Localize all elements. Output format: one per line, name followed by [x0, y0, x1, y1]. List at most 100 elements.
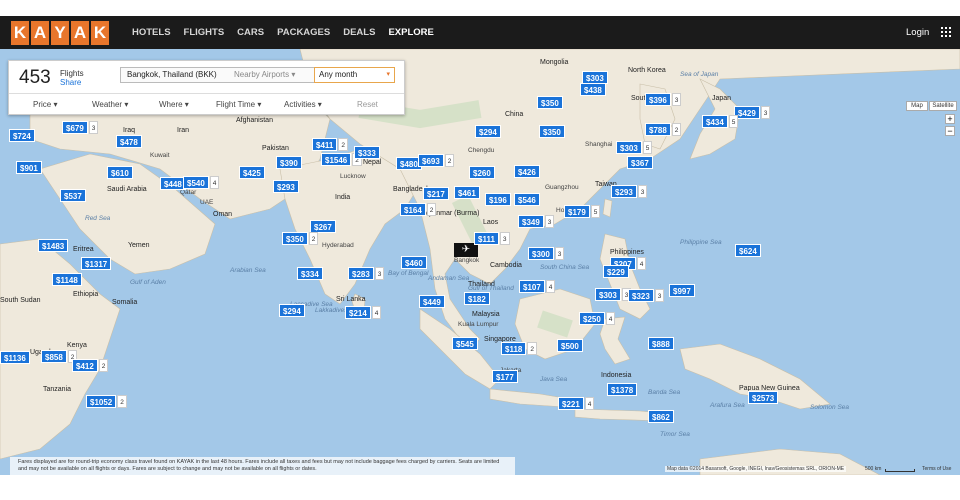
- price-pin[interactable]: $350: [537, 96, 563, 109]
- price-pin[interactable]: $624: [735, 244, 761, 257]
- zoom-in-button[interactable]: +: [945, 114, 955, 124]
- zoom-out-button[interactable]: −: [945, 126, 955, 136]
- price-pin[interactable]: $111 3: [474, 232, 510, 245]
- share-link[interactable]: Share: [60, 78, 81, 87]
- price-pin[interactable]: $2573: [748, 391, 779, 404]
- price-pin[interactable]: $1136: [0, 351, 30, 364]
- terms-of-use-link[interactable]: Terms of Use: [922, 466, 951, 472]
- price-pin[interactable]: $500: [557, 339, 583, 352]
- price-pin[interactable]: $788 2: [645, 123, 682, 136]
- price-pin[interactable]: $350 2: [282, 232, 319, 245]
- price-pin[interactable]: $460: [401, 256, 427, 269]
- price-pin[interactable]: $367: [627, 156, 653, 169]
- price-pin[interactable]: $461: [454, 186, 480, 199]
- map-type-map-button[interactable]: Map: [906, 101, 928, 111]
- price-pin[interactable]: $250 4: [579, 312, 616, 325]
- price-pin[interactable]: $396 3: [645, 93, 682, 106]
- month-select[interactable]: Any month ▾: [314, 67, 395, 83]
- map-label: Kenya: [67, 342, 87, 349]
- filter-where[interactable]: Where ▾: [159, 100, 189, 109]
- price-pin[interactable]: $537: [60, 189, 86, 202]
- nav-flights[interactable]: FLIGHTS: [184, 27, 225, 38]
- filter-price[interactable]: Price ▾: [33, 100, 57, 109]
- map-scale-label: 500 km: [865, 466, 882, 472]
- apps-grid-icon[interactable]: [941, 27, 951, 37]
- map-label: Japan: [712, 95, 732, 102]
- price-pin[interactable]: $1483: [38, 239, 69, 252]
- price-pin[interactable]: $1052 2: [86, 395, 127, 408]
- map-type-satellite-button[interactable]: Satellite: [929, 101, 957, 111]
- nav-cars[interactable]: CARS: [237, 27, 264, 38]
- price-pin[interactable]: $610: [107, 166, 133, 179]
- price-pin[interactable]: $214 4: [345, 306, 382, 319]
- price-pin[interactable]: $478: [116, 135, 142, 148]
- price-pin[interactable]: $997: [669, 284, 695, 297]
- price-pin[interactable]: $862: [648, 410, 674, 423]
- price-pin[interactable]: $411 2: [312, 138, 348, 151]
- reset-button[interactable]: Reset: [357, 100, 378, 109]
- price-pin[interactable]: $546: [514, 193, 540, 206]
- price-pin[interactable]: $429 3: [734, 106, 771, 119]
- nav-hotels[interactable]: HOTELS: [132, 27, 171, 38]
- filter-weather[interactable]: Weather ▾: [92, 100, 128, 109]
- price-pin[interactable]: $888: [648, 337, 674, 350]
- price-pin[interactable]: $449: [419, 295, 445, 308]
- price-pin[interactable]: $693 2: [418, 154, 455, 167]
- price-pin[interactable]: $107 4: [519, 280, 556, 293]
- price-pin[interactable]: $294: [475, 125, 501, 138]
- price-pin[interactable]: $425: [239, 166, 265, 179]
- price-pin[interactable]: $349 3: [518, 215, 555, 228]
- price-pin[interactable]: $350: [539, 125, 565, 138]
- price-pin[interactable]: $293 3: [611, 185, 648, 198]
- price-pin[interactable]: $300 3: [528, 247, 565, 260]
- origin-airplane-icon[interactable]: ✈: [454, 243, 478, 257]
- nav-deals[interactable]: DEALS: [343, 27, 375, 38]
- price-pin[interactable]: $179 5: [564, 205, 601, 218]
- price-pin[interactable]: $545: [452, 337, 478, 350]
- filter-bar: Price ▾ Weather ▾ Where ▾ Flight Time ▾ …: [9, 93, 404, 115]
- price-pin[interactable]: $196: [485, 193, 511, 206]
- price-pin[interactable]: $438: [580, 83, 606, 96]
- price-pin[interactable]: $901: [16, 161, 42, 174]
- map-label: Gulf of Thailand: [468, 285, 514, 292]
- price-pin[interactable]: $334: [297, 267, 323, 280]
- kayak-logo[interactable]: K A Y A K: [11, 21, 109, 45]
- price-pin[interactable]: $390: [276, 156, 302, 169]
- login-link[interactable]: Login: [906, 27, 929, 38]
- price-pin[interactable]: $1317: [81, 257, 112, 270]
- price-pin[interactable]: $303 5: [616, 141, 653, 154]
- filter-flight-time[interactable]: Flight Time ▾: [216, 100, 261, 109]
- price-pin[interactable]: $229: [603, 265, 629, 278]
- price-pin[interactable]: $540 4: [183, 176, 220, 189]
- price-pin[interactable]: $434 5: [702, 115, 739, 128]
- map-label: Laos: [483, 219, 499, 226]
- price-pin[interactable]: $333: [354, 146, 380, 159]
- price-pin[interactable]: $182: [464, 292, 490, 305]
- price-pin[interactable]: $448: [160, 177, 186, 190]
- price-pin[interactable]: $426: [514, 165, 540, 178]
- map-label: Iraq: [123, 127, 136, 134]
- map-attribution: Map data ©2014 Basarsoft, Google, INEGI,…: [665, 466, 847, 472]
- price-pin[interactable]: $294: [279, 304, 305, 317]
- price-pin[interactable]: $221 4: [558, 397, 595, 410]
- price-pin[interactable]: $164 2: [400, 203, 437, 216]
- price-pin[interactable]: $217: [423, 187, 449, 200]
- price-pin[interactable]: $283 3: [348, 267, 385, 280]
- price-pin[interactable]: $412 2: [72, 359, 109, 372]
- price-pin[interactable]: $1378: [607, 383, 638, 396]
- nav-explore[interactable]: EXPLORE: [388, 27, 433, 38]
- map-label: Philippines: [610, 249, 644, 256]
- price-pin[interactable]: $679 3: [62, 121, 99, 134]
- price-pin[interactable]: $177: [492, 370, 518, 383]
- filter-activities[interactable]: Activities ▾: [284, 100, 322, 109]
- map-label: Indonesia: [601, 372, 632, 379]
- price-pin[interactable]: $323 3: [628, 289, 665, 302]
- price-pin[interactable]: $293: [273, 180, 299, 193]
- price-pin[interactable]: $724: [9, 129, 35, 142]
- price-pin[interactable]: $1148: [52, 273, 82, 286]
- nav-packages[interactable]: PACKAGES: [277, 27, 330, 38]
- price-pin[interactable]: $260: [469, 166, 495, 179]
- nearby-airports-dropdown[interactable]: Nearby Airports ▾: [234, 67, 295, 83]
- price-pin[interactable]: $303 3: [595, 288, 632, 301]
- price-pin[interactable]: $118 2: [501, 342, 537, 355]
